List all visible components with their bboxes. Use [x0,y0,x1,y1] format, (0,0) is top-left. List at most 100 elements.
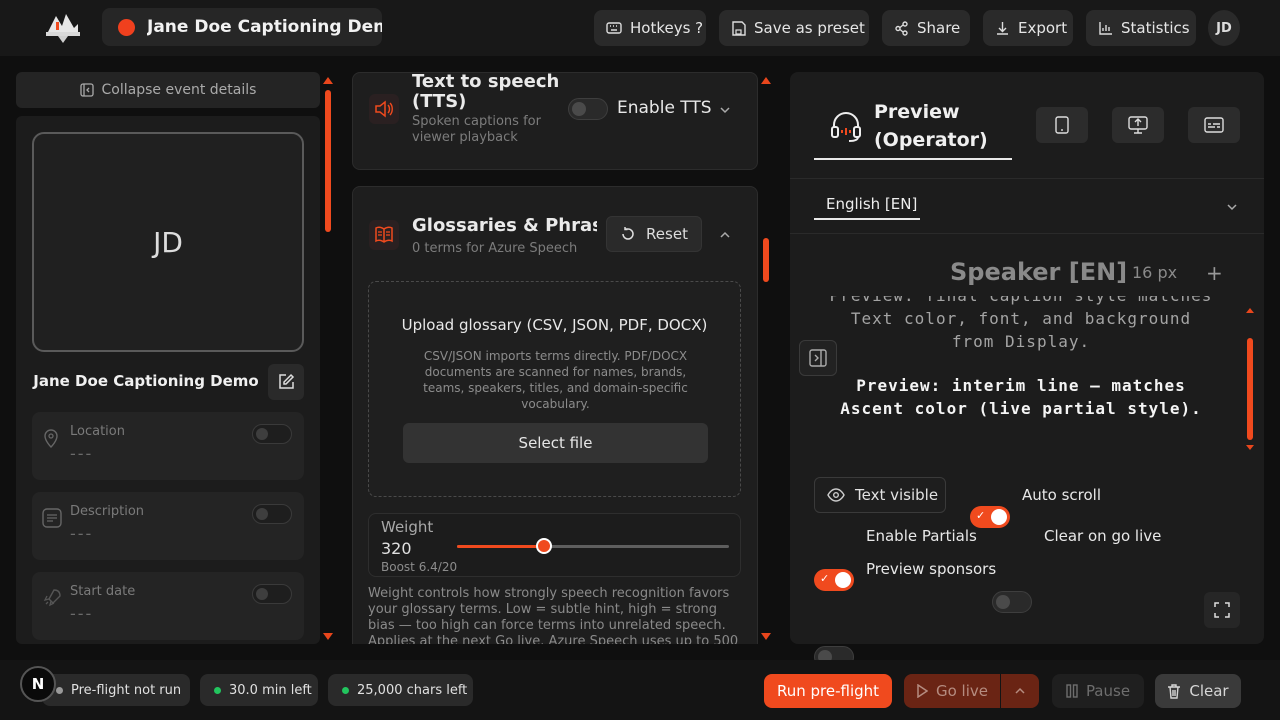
upload-title: Upload glossary (CSV, JSON, PDF, DOCX) [401,316,708,334]
left-scrollbar[interactable] [325,90,331,232]
preview-scroll-down-arrow-icon[interactable] [1246,445,1254,450]
text-visible-button[interactable]: Text visible [814,477,946,513]
recording-dot-icon [118,18,135,36]
bar-chart-icon [1099,21,1112,35]
mobile-device-icon [1055,116,1069,134]
preview-tab-label: Preview (Operator) [874,101,988,151]
increase-font-size-button[interactable]: + [1206,261,1223,285]
save-preset-button[interactable]: Save as preset [719,10,869,46]
preview-scroll-up-arrow-icon[interactable] [1246,308,1254,313]
presentation-view-button[interactable] [1112,107,1164,143]
chevron-up-icon [1015,687,1025,694]
event-avatar[interactable]: JD [32,132,304,352]
hotkeys-label: Hotkeys ? [630,19,704,37]
select-file-button[interactable]: Select file [403,423,708,463]
headset-icon [831,112,861,142]
tts-expand-chevron-icon[interactable] [718,102,732,121]
middle-scroll-down-arrow-icon[interactable] [761,633,771,640]
collapse-panel-icon [79,83,94,97]
description-value: --- [70,524,94,543]
minutes-left-badge: 30.0 min left [200,674,318,706]
clear-button[interactable]: Clear [1155,674,1241,708]
description-label: Description [70,504,145,519]
chars-status-dot-icon [342,686,349,694]
book-icon [369,220,399,250]
event-title-pill[interactable]: Jane Doe Captioning Dem... [102,8,382,46]
middle-scrollbar[interactable] [763,238,769,282]
tab-language-english[interactable]: English [EN] [814,190,920,220]
weight-label: Weight [381,518,434,536]
export-button[interactable]: Export [983,10,1073,46]
location-toggle[interactable] [252,424,292,444]
captions-view-button[interactable] [1188,107,1240,143]
start-date-value: --- [70,604,94,623]
n-logo-badge[interactable]: N [20,666,56,702]
reset-glossary-button[interactable]: Reset [606,216,702,252]
weight-slider[interactable] [457,538,729,554]
final-caption-text: Preview: final caption style matches Tex… [830,296,1212,351]
location-pin-icon [44,429,58,448]
share-icon [895,20,908,36]
upload-description: CSV/JSON imports terms directly. PDF/DOC… [423,349,688,411]
go-live-options-button[interactable] [1001,674,1039,708]
preflight-status-label: Pre-flight not run [71,682,182,698]
preview-divider [790,178,1264,179]
clear-on-go-live-label: Clear on go live [1044,527,1162,545]
event-title: Jane Doe Captioning Dem... [147,17,382,37]
scroll-up-arrow-icon[interactable] [323,77,333,84]
event-name: Jane Doe Captioning Demo [33,372,259,390]
preview-scrollbar[interactable] [1247,338,1253,440]
preflight-status-dot-icon [56,686,63,694]
enable-tts-label: Enable TTS [617,98,712,118]
start-date-label: Start date [70,584,136,599]
preview-sponsors-label: Preview sponsors [866,560,997,578]
glossary-upload-dropzone[interactable]: Upload glossary (CSV, JSON, PDF, DOCX) C… [368,281,741,497]
export-label: Export [1018,19,1068,37]
go-live-button[interactable]: Go live [904,674,1000,708]
fullscreen-icon [1214,602,1230,618]
edit-event-button[interactable] [268,364,304,400]
location-field[interactable]: Location --- [32,412,304,480]
description-field[interactable]: Description --- [32,492,304,560]
enable-tts-toggle[interactable] [568,98,608,120]
pause-label: Pause [1085,682,1131,700]
auto-scroll-toggle[interactable]: ✓ [970,506,1010,528]
statistics-label: Statistics [1121,19,1190,37]
minutes-status-dot-icon [214,686,221,694]
weight-slider-thumb[interactable] [536,538,553,554]
app-logo[interactable] [44,10,82,44]
clear-on-go-live-toggle[interactable] [992,591,1032,613]
weight-help-text: Weight controls how strongly speech reco… [368,586,739,644]
hotkeys-button[interactable]: Hotkeys ? [594,10,706,46]
pause-button[interactable]: Pause [1052,674,1144,708]
run-preflight-button[interactable]: Run pre-flight [764,674,892,708]
collapse-event-details-button[interactable]: Collapse event details [16,72,320,108]
weight-boost: Boost 6.4/20 [381,560,458,574]
statistics-button[interactable]: Statistics [1086,10,1196,46]
scroll-down-arrow-icon[interactable] [323,633,333,640]
clear-label: Clear [1189,682,1229,700]
description-icon [42,508,62,528]
collapse-label: Collapse event details [101,82,257,98]
start-date-field[interactable]: Start date --- [32,572,304,640]
share-button[interactable]: Share [882,10,970,46]
weight-control: Weight 320 Boost 6.4/20 [368,513,741,577]
reset-icon [622,227,634,240]
user-avatar[interactable]: JD [1208,10,1240,46]
enable-partials-toggle[interactable]: ✓ [814,569,854,591]
start-date-toggle[interactable] [252,584,292,604]
minutes-left-label: 30.0 min left [229,682,312,698]
tab-preview-operator[interactable]: Preview (Operator) [814,94,1012,160]
save-icon [732,20,746,36]
final-caption-preview: Preview: final caption style matches Tex… [828,296,1214,360]
language-dropdown-chevron-icon[interactable] [1225,199,1239,218]
reset-label: Reset [646,225,688,243]
download-icon [997,21,1008,35]
glossary-collapse-chevron-icon[interactable] [718,227,732,246]
location-value: --- [70,444,94,463]
mobile-view-button[interactable] [1036,107,1088,143]
share-label: Share [917,19,961,37]
description-toggle[interactable] [252,504,292,524]
middle-scroll-up-arrow-icon[interactable] [761,77,771,84]
fullscreen-button[interactable] [1204,592,1240,628]
